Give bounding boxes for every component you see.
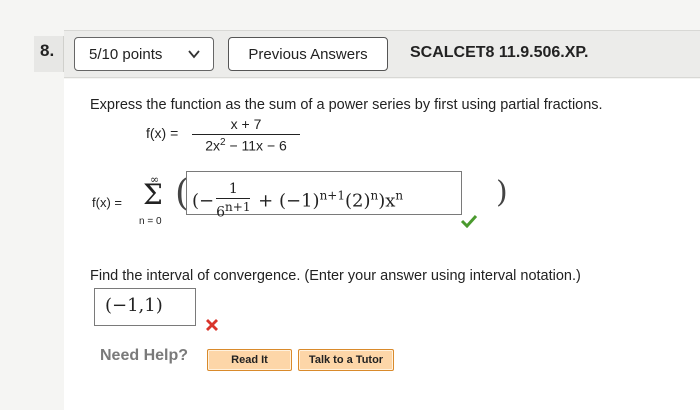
question-number: 8.: [40, 41, 55, 60]
fraction-numerator: x + 7: [230, 116, 262, 132]
answer-den-exp: n+1: [225, 200, 251, 214]
answer-x-exp: n: [395, 188, 404, 203]
function-fraction: x + 7 2x2 − 11x − 6: [192, 116, 300, 154]
talk-to-tutor-button[interactable]: Talk to a Tutor: [298, 349, 394, 371]
series-answer-expression: (− 1 6n+1 + (−1)n+1(2)n)xn: [192, 182, 403, 221]
checkmark-icon: [460, 214, 478, 228]
fraction-denominator: 2x2 − 11x − 6: [192, 137, 300, 154]
sigma-symbol: Σ: [143, 178, 163, 211]
chevron-down-icon: [188, 50, 200, 59]
series-function-label: f(x) =: [92, 195, 122, 210]
answer-fraction-den: 6n+1: [216, 200, 250, 221]
sigma-lower-limit: n = 0: [139, 216, 162, 227]
previous-answers-button[interactable]: Previous Answers: [228, 37, 388, 71]
series-close-paren: ): [496, 175, 508, 210]
answer-fraction: 1 6n+1: [216, 181, 251, 221]
interval-prompt: Find the interval of convergence. (Enter…: [90, 268, 581, 284]
need-help-label: Need Help?: [100, 347, 189, 364]
course-code: SCALCET8 11.9.506.XP.: [410, 44, 589, 61]
points-label: 5/10 points: [89, 45, 163, 63]
read-it-label: Read It: [231, 354, 268, 366]
x-mark-icon: [206, 319, 218, 331]
answer-neg-one: + (−1): [252, 190, 320, 212]
fraction-bar: [192, 134, 300, 135]
instruction-text: Express the function as the sum of a pow…: [90, 97, 603, 113]
answer-fraction-num: 1: [228, 181, 238, 197]
answer-two: (2): [344, 190, 371, 212]
previous-answers-label: Previous Answers: [248, 45, 368, 63]
answer-den-base: 6: [216, 204, 226, 221]
talk-to-tutor-label: Talk to a Tutor: [308, 354, 384, 366]
answer-fraction-bar: [216, 198, 251, 199]
points-dropdown[interactable]: 5/10 points: [74, 37, 214, 71]
answer-close: )x: [378, 190, 396, 212]
denominator-rest: − 11x − 6: [225, 137, 287, 154]
denominator-term: 2x: [205, 137, 220, 154]
answer-neg-one-exp: n+1: [319, 188, 345, 203]
answer-open: (−: [192, 190, 215, 212]
function-label: f(x) =: [146, 125, 179, 141]
read-it-button[interactable]: Read It: [207, 349, 292, 371]
interval-answer-field[interactable]: (−1,1): [94, 288, 196, 326]
